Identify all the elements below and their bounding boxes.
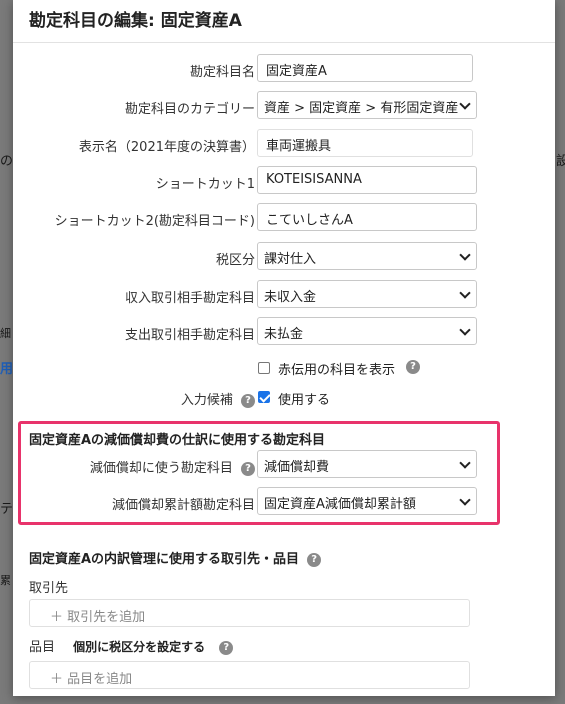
modal-header: 勘定科目の編集: 固定資産A: [13, 0, 555, 43]
edit-account-modal: 勘定科目の編集: 固定資産A 勘定科目名 固定資産A 勘定科目のカテゴリー 資産…: [13, 0, 555, 696]
help-icon[interactable]: ?: [307, 552, 322, 567]
category-value: 資産 > 固定資産 > 有形固定資産: [264, 101, 459, 116]
shortcut1-row: ショートカット1 KOTEISISANNA: [13, 166, 555, 196]
shortcut2-row: ショートカット2(勘定科目コード) こていしさんA: [13, 203, 555, 233]
dep-account-label-wrap: 減価償却に使う勘定科目 ?: [90, 457, 255, 476]
account-name-input[interactable]: 固定資産A: [257, 54, 473, 82]
help-icon[interactable]: ?: [406, 360, 420, 374]
item-label: 品目: [29, 640, 56, 655]
display-name-label: 表示名（2021年度の決算書）: [78, 140, 255, 155]
category-row: 勘定科目のカテゴリー 資産 > 固定資産 > 有形固定資産: [13, 91, 555, 121]
modal-title: 勘定科目の編集: 固定資産A: [29, 11, 242, 31]
category-select[interactable]: 資産 > 固定資産 > 有形固定資産: [257, 91, 477, 119]
accum-account-row: 減価償却累計額勘定科目 固定資産A減価償却累計額: [13, 487, 555, 517]
expense-counter-value: 未払金: [264, 327, 304, 342]
partner-label: 取引先: [29, 581, 69, 596]
income-counter-value: 未収入金: [264, 290, 317, 305]
item-tax-label: 個別に税区分を設定する: [73, 640, 206, 654]
account-name-label: 勘定科目名: [189, 65, 255, 80]
chevron-down-icon: [459, 457, 471, 469]
tax-category-row: 税区分 課対仕入: [13, 242, 555, 272]
shortcut1-input[interactable]: KOTEISISANNA: [257, 166, 477, 194]
show-red-slip-label: 赤伝用の科目を表示: [278, 363, 396, 378]
shortcut1-label: ショートカット1: [155, 177, 255, 192]
chevron-down-icon: [459, 249, 471, 261]
breakdown-section-title: 固定資産Aの内訳管理に使用する取引先・品目: [29, 552, 300, 567]
dep-account-value: 減価償却費: [264, 460, 330, 475]
background-text: テ: [0, 502, 14, 517]
display-name-row: 表示名（2021年度の決算書） 車両運搬具: [13, 129, 555, 159]
background-text: の: [0, 154, 14, 169]
use-input-candidate-checkbox[interactable]: [258, 391, 270, 403]
depreciation-section-title: 固定資産Aの減価償却費の仕訳に使用する勘定科目: [29, 433, 326, 448]
chevron-down-icon: [459, 324, 471, 336]
income-counter-row: 収入取引相手勘定科目 未収入金: [13, 280, 555, 310]
income-counter-select[interactable]: 未収入金: [257, 280, 477, 308]
chevron-down-icon: [459, 494, 471, 506]
add-item-input[interactable]: ＋ 品目を追加: [29, 661, 470, 689]
accum-account-label: 減価償却累計額勘定科目: [111, 498, 255, 513]
chevron-down-icon: [459, 287, 471, 299]
expense-counter-select[interactable]: 未払金: [257, 317, 477, 345]
dep-account-select[interactable]: 減価償却費: [257, 450, 477, 478]
accum-account-select[interactable]: 固定資産A減価償却累計額: [257, 487, 477, 515]
add-partner-input[interactable]: ＋ 取引先を追加: [29, 599, 470, 627]
display-name-input[interactable]: 車両運搬具: [257, 129, 473, 157]
tax-category-value: 課対仕入: [264, 252, 317, 267]
dep-account-label: 減価償却に使う勘定科目: [89, 461, 233, 476]
input-candidate-label-wrap: 入力候補 ?: [181, 389, 255, 408]
expense-counter-row: 支出取引相手勘定科目 未払金: [13, 317, 555, 347]
background-link: 用: [0, 362, 14, 377]
chevron-down-icon: [459, 98, 471, 110]
use-input-candidate-label: 使用する: [278, 393, 331, 408]
shortcut2-input[interactable]: こていしさんA: [257, 203, 477, 231]
tax-category-label: 税区分: [215, 253, 255, 268]
background-text: 累: [0, 574, 11, 587]
item-label-row: 品目 個別に税区分を設定する ?: [29, 636, 234, 655]
background-text: 設: [556, 154, 565, 169]
tax-category-select[interactable]: 課対仕入: [257, 242, 477, 270]
help-icon[interactable]: ?: [241, 461, 255, 476]
breakdown-section-title-wrap: 固定資産Aの内訳管理に使用する取引先・品目 ?: [29, 548, 322, 567]
account-name-row: 勘定科目名 固定資産A: [13, 54, 555, 84]
expense-counter-label: 支出取引相手勘定科目: [124, 328, 255, 343]
show-red-slip-checkbox[interactable]: [258, 362, 270, 374]
input-candidate-label: 入力候補: [180, 393, 233, 408]
shortcut2-label: ショートカット2(勘定科目コード): [54, 214, 255, 229]
category-label: 勘定科目のカテゴリー: [124, 102, 255, 117]
income-counter-label: 収入取引相手勘定科目: [124, 291, 255, 306]
help-icon[interactable]: ?: [219, 640, 234, 655]
accum-account-value: 固定資産A減価償却累計額: [264, 497, 416, 512]
dep-account-row: 減価償却に使う勘定科目 ? 減価償却費: [13, 450, 555, 480]
help-icon[interactable]: ?: [241, 393, 255, 408]
background-text: 細: [0, 327, 11, 340]
